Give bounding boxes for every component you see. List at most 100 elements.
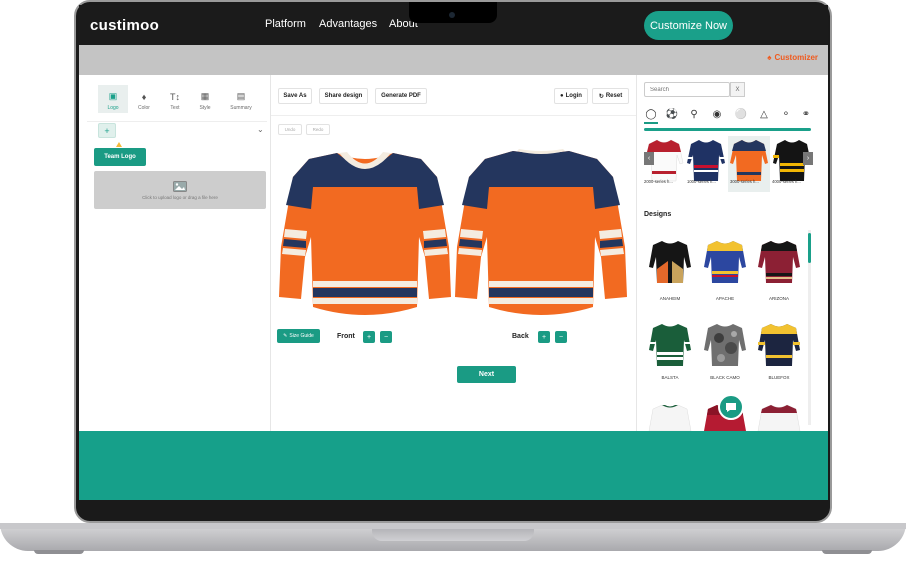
nav-link-advantages[interactable]: Advantages [319, 18, 377, 30]
tab-logo[interactable]: ▣ Logo [98, 85, 128, 113]
design-black-camo[interactable] [703, 322, 747, 368]
next-button[interactable]: Next [457, 366, 516, 383]
tab-style[interactable]: ▦ Style [190, 85, 220, 113]
carousel-prev-button[interactable]: ‹ [644, 152, 654, 165]
design-label: ANAHEIM [659, 296, 681, 301]
ruler-icon: ✎ [283, 333, 288, 339]
design-balsta[interactable] [648, 322, 692, 368]
laptop-opening-notch [372, 529, 534, 541]
jersey-back[interactable] [455, 147, 627, 325]
image-icon [173, 180, 187, 192]
paint-bucket-icon: ♦ [141, 92, 147, 102]
add-logo-button[interactable]: + [98, 123, 116, 138]
brand-logo[interactable]: custimoo [90, 17, 159, 34]
image-icon: ▣ [108, 91, 118, 101]
carousel-next-button[interactable]: › [803, 152, 813, 165]
zoom-out-icon[interactable]: − [555, 331, 567, 343]
designs-heading: Designs [644, 211, 672, 218]
design-apache[interactable] [703, 239, 747, 285]
screen: custimoo Platform Advantages About Custo… [79, 5, 828, 500]
customizer-link[interactable]: ♠ Customizer [767, 53, 818, 62]
laptop-foot-left [34, 550, 84, 554]
design-canvas: Save As Share design Generate PDF ● Login… [271, 75, 636, 431]
customizer-label: Customizer [774, 53, 818, 62]
undo-button[interactable]: Undo [278, 124, 302, 135]
design-jersey[interactable] [648, 403, 692, 431]
zoom-in-icon[interactable]: + [538, 331, 550, 343]
logo-upload-dropzone[interactable]: Click to upload logo or drag a file here [94, 171, 266, 209]
jersey-front[interactable] [279, 147, 451, 325]
team-logo-marker [116, 142, 122, 147]
lacrosse-stick-icon[interactable]: ⚲ [687, 107, 701, 121]
design-jersey[interactable] [757, 403, 801, 431]
football-helmet-icon[interactable]: ◉ [710, 107, 724, 121]
share-design-button[interactable]: Share design [319, 88, 368, 104]
login-label: Login [565, 93, 582, 99]
bicycle-icon[interactable]: ⚪ [734, 107, 748, 121]
design-label: ARIZONA [768, 296, 789, 301]
volleyball-icon[interactable]: ⚭ [799, 107, 813, 121]
divider [87, 121, 267, 122]
generate-pdf-button[interactable]: Generate PDF [375, 88, 427, 104]
series-label: 3000-series h... [730, 179, 759, 184]
series-label: 2000-series h... [644, 179, 673, 184]
front-label: Front [337, 333, 355, 340]
chat-icon [726, 402, 736, 412]
document-icon: ▤ [236, 91, 246, 101]
zoom-in-icon[interactable]: + [363, 331, 375, 343]
redo-button[interactable]: Redo [306, 124, 330, 135]
text-icon: T↕ [170, 92, 180, 102]
tab-text[interactable]: T↕ Text [160, 85, 190, 113]
series-3000-jersey[interactable] [729, 137, 769, 185]
camera-icon [449, 12, 455, 18]
tshirt-icon: ♠ [767, 53, 772, 62]
save-as-button[interactable]: Save As [278, 88, 312, 104]
back-label: Back [512, 333, 529, 340]
reset-button[interactable]: ↻ Reset [592, 88, 629, 104]
right-panel: X ◯ ⚽ ⚲ ◉ ⚪ △ ⚬ ⚭ ‹ › 2000-series h... 1… [636, 75, 828, 431]
soccer-ball-icon[interactable]: ⚽ [665, 107, 679, 121]
tshirt-icon[interactable]: △ [757, 107, 771, 121]
series-scroll-bar[interactable] [644, 128, 811, 131]
team-logo-button[interactable]: Team Logo [94, 148, 146, 166]
design-label: BALSTA [661, 375, 679, 380]
design-bluefox[interactable] [757, 322, 801, 368]
customize-now-button[interactable]: Customize Now [644, 11, 733, 40]
nav-link-platform[interactable]: Platform [265, 18, 306, 30]
designs-scroll-thumb[interactable] [808, 233, 811, 263]
tab-color[interactable]: ♦ Color [129, 85, 159, 113]
chevron-down-icon[interactable]: ⌄ [257, 125, 264, 134]
active-sport-indicator [644, 122, 658, 124]
reset-icon: ↻ [598, 93, 604, 100]
chat-button[interactable] [718, 394, 744, 420]
series-label: 1000-series h... [687, 179, 716, 184]
tab-summary[interactable]: ▤ Summary [226, 85, 256, 113]
design-label: APACHE [715, 296, 735, 301]
divider [271, 115, 636, 116]
search-clear-button[interactable]: X [730, 82, 745, 97]
laptop-foot-right [822, 550, 872, 554]
search-input[interactable] [644, 82, 730, 97]
design-arizona[interactable] [757, 239, 801, 285]
footer-band [79, 431, 828, 500]
tab-label: Style [199, 105, 211, 111]
tab-label: Summary [230, 105, 252, 111]
size-guide-button[interactable]: ✎ Size Guide [277, 329, 320, 343]
hockey-helmet-icon[interactable]: ◯ [644, 107, 658, 121]
tab-label: Text [170, 105, 180, 111]
design-label: BLUEFOX [768, 375, 790, 380]
rugby-ball-icon[interactable]: ⚬ [779, 107, 793, 121]
sub-bar [79, 45, 828, 75]
login-button[interactable]: ● Login [554, 88, 588, 104]
tab-label: Color [138, 105, 150, 111]
design-label: BLACK CAMO [710, 375, 740, 380]
style-icon: ▦ [200, 91, 210, 101]
reset-label: Reset [605, 93, 623, 99]
series-label: 4000-series h... [772, 179, 801, 184]
zoom-out-icon[interactable]: − [380, 331, 392, 343]
left-panel: ▣ Logo ♦ Color T↕ Text ▦ Style ▤ Summary + ⌄ … [79, 75, 271, 431]
design-anaheim[interactable] [648, 239, 692, 285]
series-1000-jersey[interactable] [686, 137, 726, 185]
user-icon: ● [560, 93, 564, 99]
tab-label: Logo [107, 105, 119, 111]
